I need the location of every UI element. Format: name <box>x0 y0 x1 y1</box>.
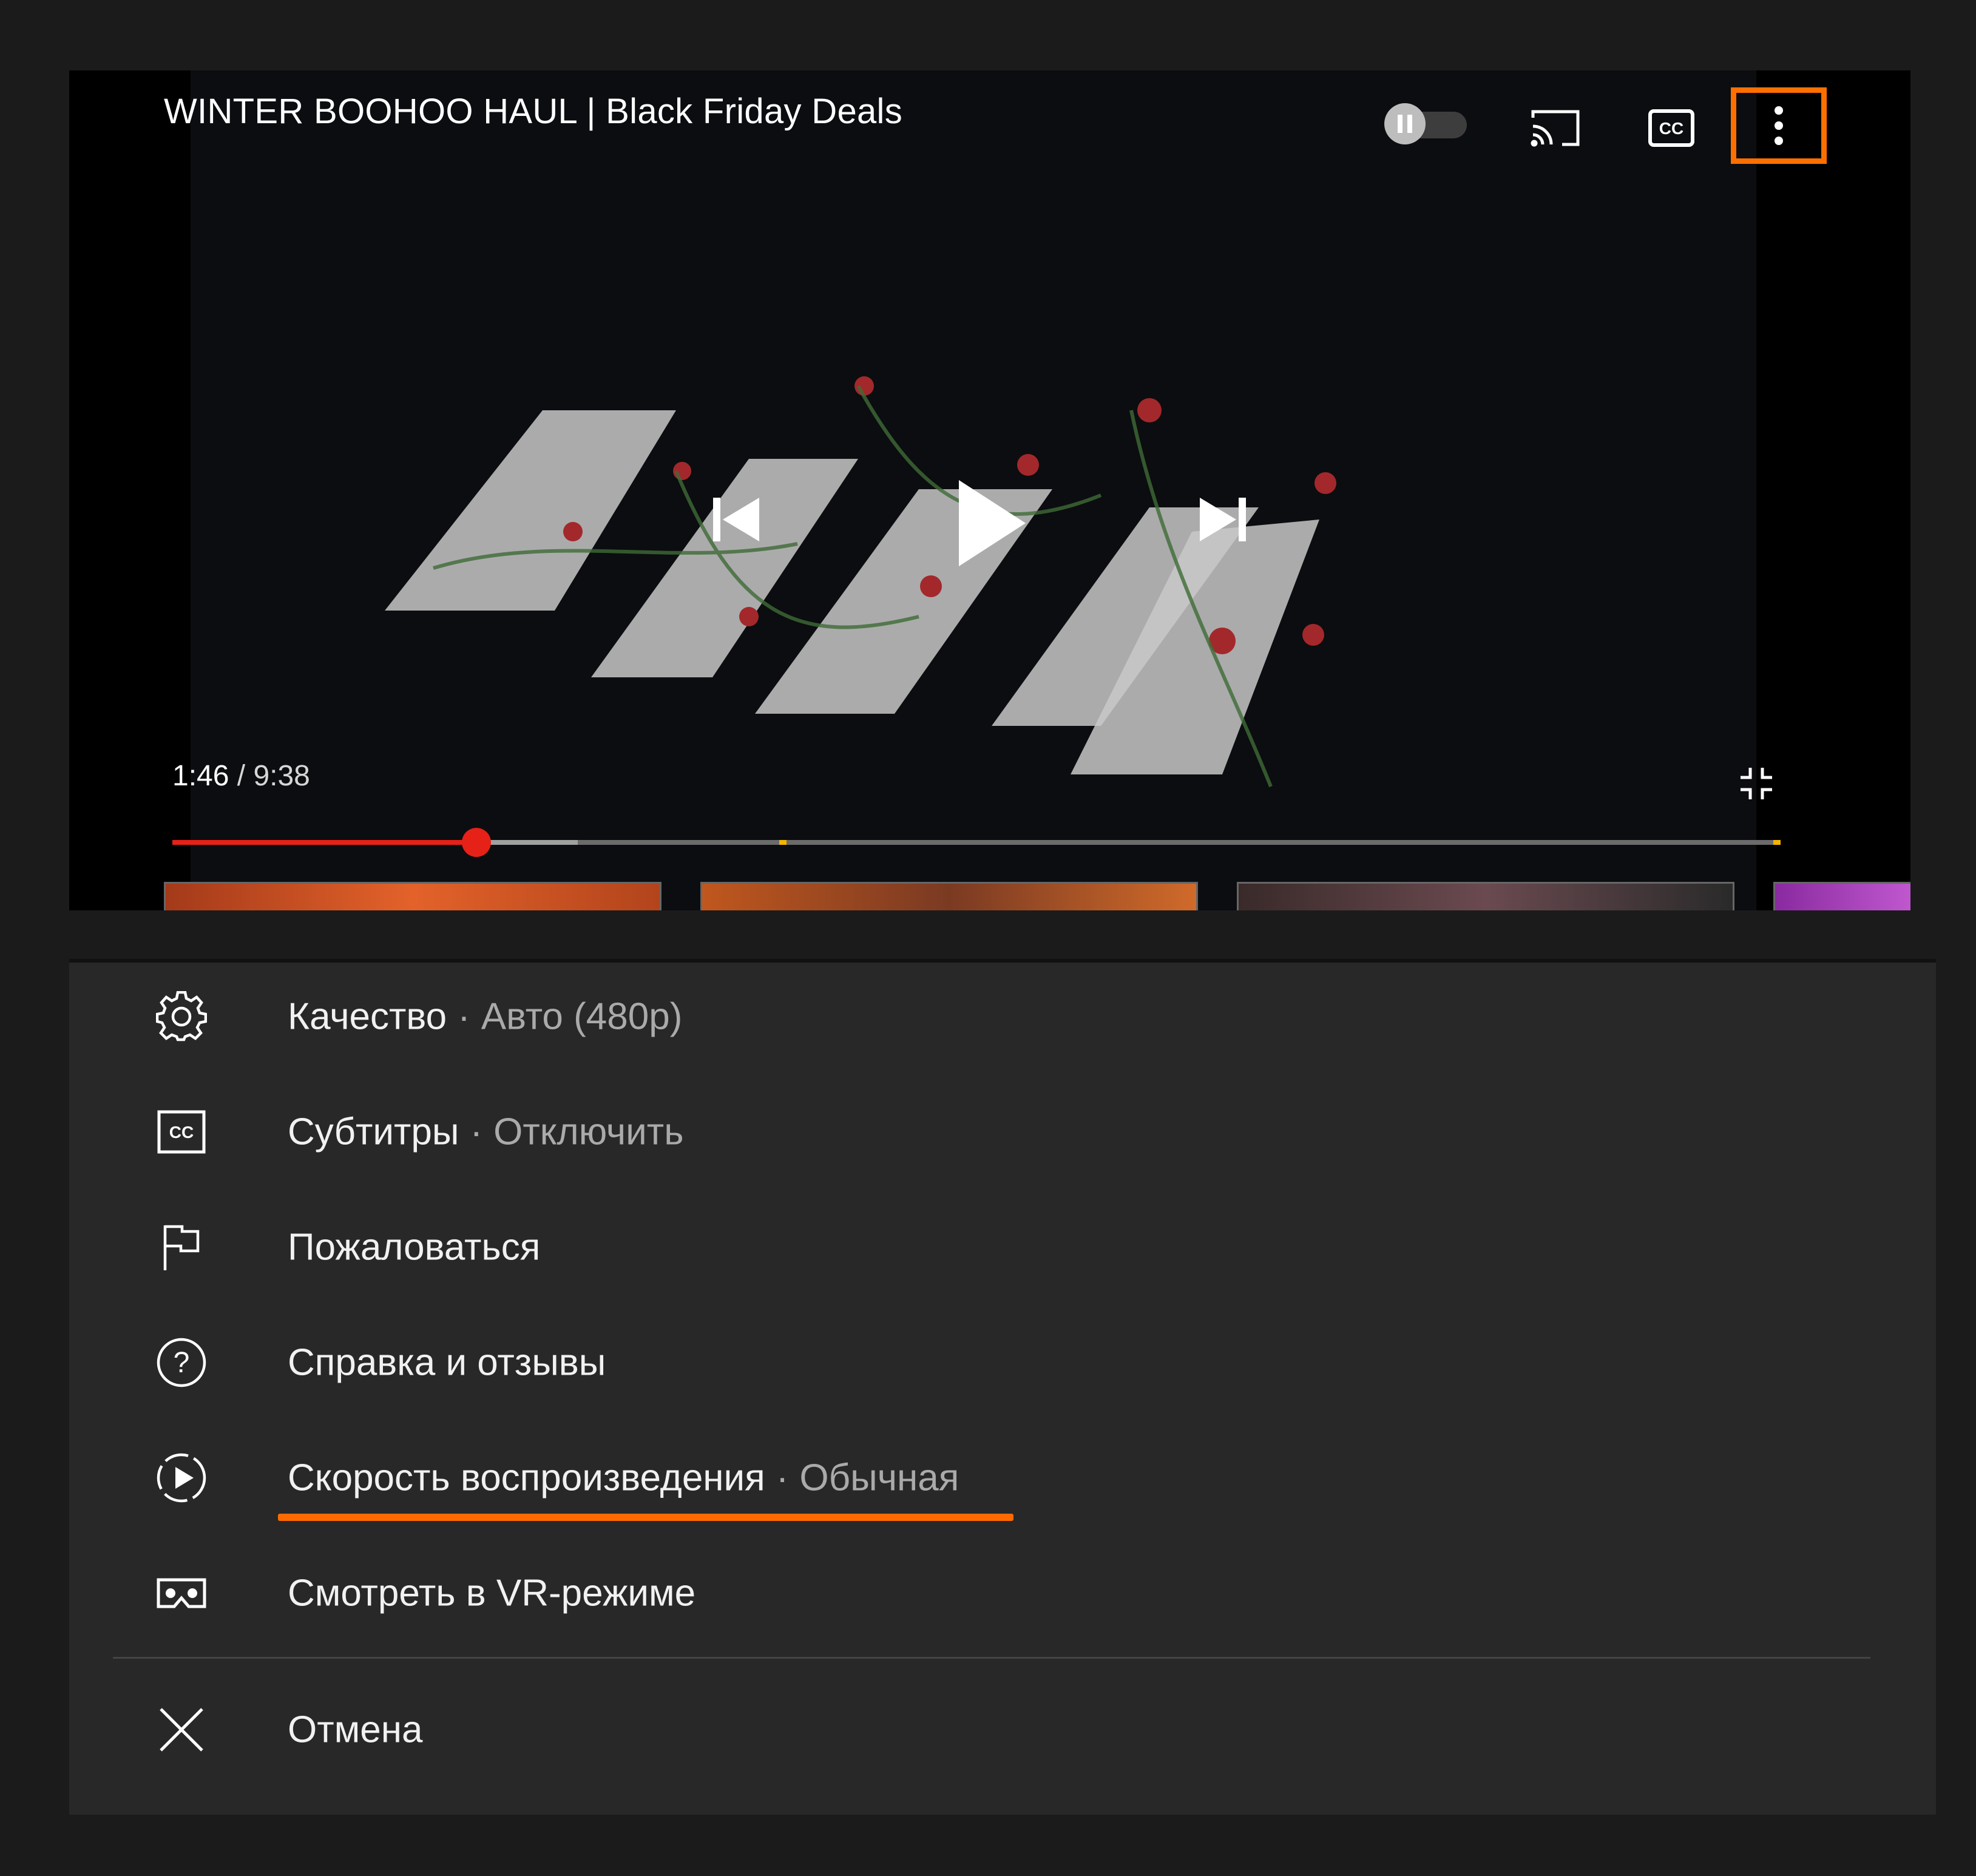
playback-speed-icon <box>154 1451 209 1505</box>
menu-item-label: Пожаловаться <box>288 1226 541 1268</box>
related-thumbnail[interactable] <box>700 882 1198 910</box>
previous-video-button[interactable] <box>700 483 773 556</box>
menu-item-cancel[interactable]: Отмена <box>69 1672 1936 1787</box>
more-options-button[interactable] <box>1731 87 1827 164</box>
duration: 9:38 <box>253 760 310 792</box>
menu-item-report[interactable]: Пожаловаться <box>69 1190 1936 1305</box>
menu-item-value: Отключить <box>493 1111 684 1153</box>
gear-icon <box>154 989 209 1044</box>
related-thumbnail[interactable] <box>1237 882 1734 910</box>
exit-fullscreen-icon[interactable] <box>1732 759 1781 808</box>
played-bar <box>172 840 476 845</box>
next-video-button[interactable] <box>1186 483 1259 556</box>
separator-dot: · <box>458 995 470 1038</box>
time-display: 1:46 / 9:38 <box>172 759 310 793</box>
svg-text:CC: CC <box>169 1123 194 1142</box>
related-thumbnails-strip <box>69 882 1910 910</box>
menu-item-value: Обычная <box>799 1457 959 1499</box>
menu-item-help[interactable]: ? Справка и отзывы <box>69 1305 1936 1420</box>
vr-icon <box>154 1566 209 1620</box>
video-player[interactable]: WINTER BOOHOO HAUL | Black Friday Deals … <box>69 70 1910 910</box>
menu-item-vr[interactable]: Смотреть в VR-режиме <box>69 1536 1936 1651</box>
menu-item-label: Субтитры · Отключить <box>288 1111 684 1153</box>
skip-next-icon <box>1200 498 1246 541</box>
cc-icon: CC <box>154 1105 209 1159</box>
help-icon: ? <box>154 1335 209 1390</box>
related-thumbnail[interactable] <box>164 882 661 910</box>
related-thumbnail[interactable] <box>1773 882 1910 910</box>
autoplay-toggle[interactable] <box>1384 103 1468 144</box>
seek-handle[interactable] <box>461 828 491 857</box>
seek-bar[interactable] <box>172 828 1781 857</box>
more-vertical-icon <box>1775 106 1783 145</box>
menu-item-value: Авто (480p) <box>481 995 683 1038</box>
svg-text:CC: CC <box>1659 119 1683 138</box>
chapter-marker <box>779 840 787 845</box>
time-separator: / <box>237 760 246 792</box>
captions-icon[interactable]: CC <box>1641 101 1702 155</box>
separator-dot: · <box>776 1457 789 1499</box>
current-time: 1:46 <box>172 760 229 792</box>
menu-item-label: Справка и отзывы <box>288 1341 606 1384</box>
pause-icon <box>1384 103 1426 144</box>
player-options-menu: Качество · Авто (480p) CC Субтитры · Отключи… <box>69 959 1936 1815</box>
video-title: WINTER BOOHOO HAUL | Black Friday Deals <box>164 92 903 131</box>
flag-icon <box>154 1220 209 1275</box>
menu-item-label: Смотреть в VR-режиме <box>288 1572 696 1614</box>
menu-item-captions[interactable]: CC Субтитры · Отключить <box>69 1074 1936 1190</box>
highlight-underline <box>278 1514 1013 1521</box>
cancel-label: Отмена <box>288 1708 423 1751</box>
close-icon <box>154 1702 209 1757</box>
chapter-marker <box>1773 840 1781 845</box>
separator-dot: · <box>470 1111 483 1153</box>
menu-item-label: Качество · Авто (480p) <box>288 995 683 1038</box>
play-button[interactable] <box>931 456 1052 590</box>
skip-previous-icon <box>713 498 759 541</box>
menu-divider <box>113 1657 1870 1659</box>
cast-icon[interactable] <box>1526 101 1586 155</box>
menu-item-label: Скорость воспроизведения · Обычная <box>288 1457 959 1499</box>
svg-text:?: ? <box>174 1347 190 1379</box>
menu-item-quality[interactable]: Качество · Авто (480p) <box>69 959 1936 1074</box>
play-icon <box>959 480 1026 566</box>
